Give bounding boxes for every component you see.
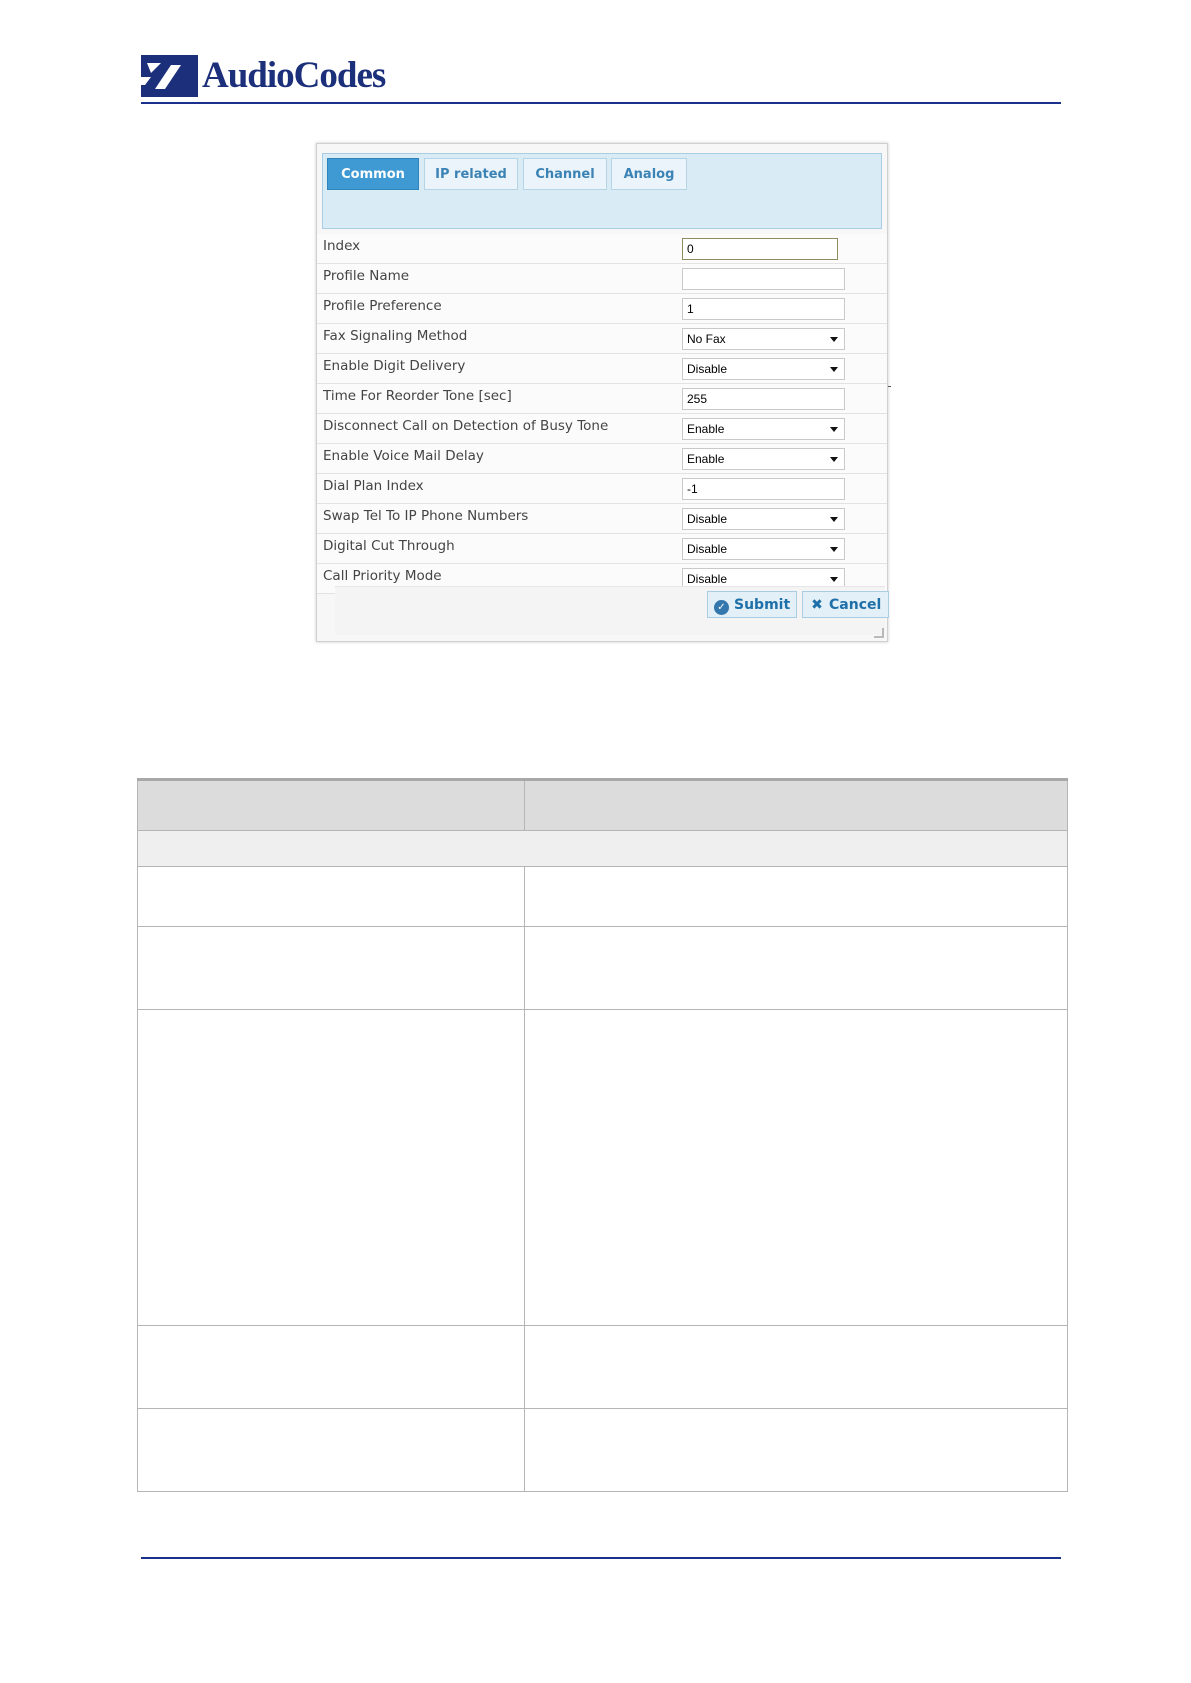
dial-plan-index-label: Dial Plan Index — [323, 478, 424, 494]
tab-common[interactable]: Common — [327, 158, 419, 190]
parameter-row: Dial Plan Index -1 — [317, 474, 887, 504]
tab-channel[interactable]: Channel — [523, 158, 607, 190]
parameter-description-table — [137, 778, 1068, 1492]
profile-preference-input[interactable]: 1 — [682, 298, 845, 320]
submit-label: Submit — [734, 597, 791, 613]
dial-plan-index-input[interactable]: -1 — [682, 478, 845, 500]
voice-mail-delay-select[interactable]: Enable — [682, 448, 845, 470]
digital-cut-through-label: Digital Cut Through — [323, 538, 455, 554]
parameter-row: Profile Preference 1 — [317, 294, 887, 324]
scroll-tick — [888, 386, 891, 387]
logo-wordmark: AudioCodes — [202, 55, 386, 96]
table-cell — [524, 1325, 1068, 1409]
table-cell — [137, 926, 525, 1010]
profile-name-label: Profile Name — [323, 268, 410, 284]
parameter-row: Swap Tel To IP Phone Numbers Disable — [317, 504, 887, 534]
table-cell — [524, 1408, 1068, 1492]
table-cell — [137, 866, 525, 927]
parameter-row: Enable Voice Mail Delay Enable — [317, 444, 887, 474]
digital-cut-through-select[interactable]: Disable — [682, 538, 845, 560]
audiocodes-logo-icon — [141, 55, 198, 97]
table-header-cell — [524, 778, 1068, 831]
voice-mail-delay-label: Enable Voice Mail Delay — [323, 448, 484, 464]
close-icon: ✖ — [811, 597, 823, 613]
parameter-row: Index 0 — [317, 234, 887, 264]
index-input[interactable]: 0 — [682, 238, 838, 260]
cancel-button[interactable]: ✖ Cancel — [802, 591, 889, 618]
parameter-row: Enable Digit Delivery Disable — [317, 354, 887, 384]
table-row — [137, 1325, 1068, 1409]
resize-handle[interactable] — [874, 628, 884, 638]
table-row — [137, 1408, 1068, 1492]
reorder-tone-time-label: Time For Reorder Tone [sec] — [323, 388, 512, 404]
table-row — [137, 1009, 1068, 1326]
submit-button[interactable]: ✓ Submit — [707, 591, 797, 618]
table-cell — [137, 1325, 525, 1409]
header-rule — [141, 102, 1061, 104]
parameter-row: Profile Name — [317, 264, 887, 294]
reorder-tone-time-input[interactable]: 255 — [682, 388, 845, 410]
audiocodes-logo: AudioCodes — [141, 54, 386, 98]
parameter-list: Index 0 Profile Name Profile Preference … — [317, 234, 887, 594]
parameter-row: Disconnect Call on Detection of Busy Ton… — [317, 414, 887, 444]
swap-tel-ip-label: Swap Tel To IP Phone Numbers — [323, 508, 529, 524]
disconnect-busy-tone-select[interactable]: Enable — [682, 418, 845, 440]
call-priority-mode-label: Call Priority Mode — [323, 568, 442, 584]
tab-bar: Common IP related Channel Analog — [322, 153, 882, 229]
swap-tel-ip-select[interactable]: Disable — [682, 508, 845, 530]
disconnect-busy-tone-label: Disconnect Call on Detection of Busy Ton… — [323, 418, 609, 434]
enable-digit-delivery-select[interactable]: Disable — [682, 358, 845, 380]
table-header-cell — [137, 778, 525, 831]
footer-rule — [141, 1557, 1061, 1559]
table-cell — [524, 866, 1068, 927]
table-cell — [137, 1009, 525, 1326]
parameter-row: Time For Reorder Tone [sec] 255 — [317, 384, 887, 414]
table-row — [137, 926, 1068, 1010]
tab-analog[interactable]: Analog — [611, 158, 687, 190]
table-section-row — [137, 830, 1068, 867]
profile-name-input[interactable] — [682, 268, 845, 290]
coder-profile-form: Common IP related Channel Analog Index 0… — [316, 143, 889, 642]
tab-ip-related[interactable]: IP related — [424, 158, 518, 190]
check-circle-icon: ✓ — [714, 600, 729, 615]
parameter-row: Fax Signaling Method No Fax — [317, 324, 887, 354]
fax-signaling-method-select[interactable]: No Fax — [682, 328, 845, 350]
enable-digit-delivery-label: Enable Digit Delivery — [323, 358, 466, 374]
profile-preference-label: Profile Preference — [323, 298, 442, 314]
table-cell — [524, 926, 1068, 1010]
parameter-row: Digital Cut Through Disable — [317, 534, 887, 564]
button-bar: ✓ Submit ✖ Cancel — [335, 586, 889, 635]
table-cell — [524, 1009, 1068, 1326]
cancel-label: Cancel — [829, 597, 882, 613]
index-label: Index — [323, 238, 361, 254]
table-row — [137, 866, 1068, 927]
table-cell — [137, 1408, 525, 1492]
table-header-row — [137, 778, 1068, 831]
fax-signaling-method-label: Fax Signaling Method — [323, 328, 468, 344]
table-section-cell — [137, 830, 1068, 867]
